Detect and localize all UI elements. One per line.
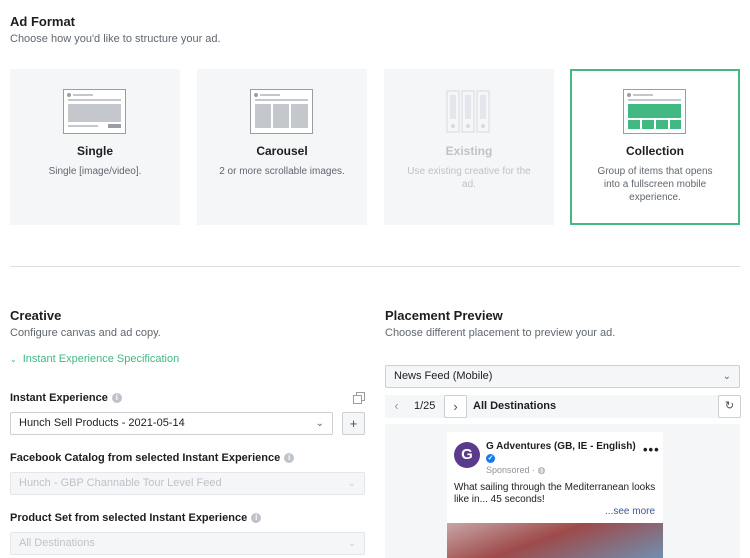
- info-icon[interactable]: i: [284, 453, 295, 464]
- page-name: G Adventures (GB, IE - English) ✓: [486, 441, 636, 465]
- instant-experience-select[interactable]: Hunch Sell Products - 2021-05-14 ⌄: [10, 412, 333, 435]
- plus-icon: +: [349, 416, 358, 431]
- carousel-format-icon: [250, 89, 313, 134]
- instant-experience-value: Hunch Sell Products - 2021-05-14: [19, 417, 185, 429]
- ad-format-subtitle: Choose how you'd like to structure your …: [10, 33, 221, 45]
- creative-title: Creative: [10, 308, 62, 323]
- page-avatar: G: [454, 442, 480, 468]
- facebook-post-preview: G G Adventures (GB, IE - English) ✓ Spon…: [447, 432, 663, 558]
- instant-experience-label: Instant Experience i: [10, 392, 122, 404]
- chevron-down-icon: ⌄: [347, 478, 356, 489]
- placement-title: Placement Preview: [385, 308, 503, 323]
- placement-select[interactable]: News Feed (Mobile) ⌄: [385, 365, 740, 388]
- format-card-desc: 2 or more scrollable images.: [219, 166, 345, 177]
- info-icon[interactable]: i: [251, 513, 262, 524]
- format-card-existing: Existing Use existing creative for the a…: [384, 69, 554, 225]
- format-card-desc: Single [image/video].: [48, 166, 142, 177]
- format-card-collection[interactable]: Collection Group of items that opens int…: [570, 69, 740, 225]
- verified-icon: ✓: [486, 453, 495, 463]
- chevron-right-icon: ›: [453, 399, 458, 414]
- format-card-title: Existing: [445, 144, 493, 158]
- creative-subtitle: Configure canvas and ad copy.: [10, 327, 161, 339]
- sponsored-text: Sponsored: [486, 465, 530, 475]
- section-divider: [10, 266, 740, 267]
- format-card-title: Carousel: [256, 144, 308, 158]
- product-set-value: All Destinations: [19, 537, 95, 549]
- post-text: What sailing through the Mediterranean l…: [454, 482, 656, 505]
- catalog-label: Facebook Catalog from selected Instant E…: [10, 452, 295, 464]
- product-set-select: All Destinations ⌄: [10, 532, 365, 555]
- more-options-icon[interactable]: •••: [643, 442, 660, 457]
- chevron-down-icon: ⌄: [347, 538, 356, 549]
- placement-subtitle: Choose different placement to preview yo…: [385, 327, 616, 339]
- see-more-link[interactable]: ...see more: [605, 506, 655, 517]
- catalog-value: Hunch - GBP Channable Tour Level Feed: [19, 477, 222, 489]
- product-set-label-text: Product Set from selected Instant Experi…: [10, 512, 248, 524]
- format-card-single[interactable]: Single Single [image/video].: [10, 69, 180, 225]
- existing-format-icon: [437, 89, 500, 134]
- catalog-label-text: Facebook Catalog from selected Instant E…: [10, 452, 281, 464]
- chevron-down-icon: ⌄: [315, 418, 324, 429]
- destination-label: All Destinations: [473, 400, 557, 412]
- next-button[interactable]: ›: [444, 395, 467, 418]
- globe-icon: ◍: [537, 465, 546, 475]
- info-icon[interactable]: i: [111, 393, 122, 404]
- single-format-icon: [63, 89, 126, 134]
- chevron-left-icon: ‹: [394, 398, 399, 413]
- preview-pager-bar: [385, 395, 740, 418]
- pager-count: 1/25: [414, 400, 436, 412]
- refresh-icon: ↻: [724, 400, 735, 412]
- page-name-text: G Adventures (GB, IE - English): [486, 441, 636, 452]
- previous-button[interactable]: ‹: [385, 395, 408, 418]
- catalog-select: Hunch - GBP Channable Tour Level Feed ⌄: [10, 472, 365, 495]
- refresh-button[interactable]: ↻: [718, 395, 741, 418]
- instant-experience-label-text: Instant Experience: [10, 392, 108, 404]
- format-card-title: Collection: [625, 144, 684, 158]
- sponsored-label: Sponsored · ◍: [486, 465, 546, 475]
- format-card-title: Single: [76, 144, 113, 158]
- spec-link[interactable]: ⌄ Instant Experience Specification: [10, 353, 179, 365]
- format-card-desc: Use existing creative for the ad.: [407, 166, 531, 190]
- format-card-desc: Group of items that opens into a fullscr…: [597, 166, 713, 203]
- avatar-letter: G: [461, 446, 473, 463]
- spec-link-label: Instant Experience Specification: [22, 353, 180, 365]
- product-set-label: Product Set from selected Instant Experi…: [10, 512, 262, 524]
- placement-value: News Feed (Mobile): [394, 370, 493, 382]
- chevron-down-icon: ⌄: [722, 371, 731, 382]
- post-image: [447, 523, 663, 558]
- collection-format-icon: [623, 89, 686, 134]
- copy-icon[interactable]: [353, 391, 365, 404]
- add-instant-experience-button[interactable]: +: [342, 412, 365, 435]
- format-card-carousel[interactable]: Carousel 2 or more scrollable images.: [197, 69, 367, 225]
- ad-format-title: Ad Format: [10, 14, 75, 29]
- chevron-down-icon: ⌄: [10, 355, 17, 364]
